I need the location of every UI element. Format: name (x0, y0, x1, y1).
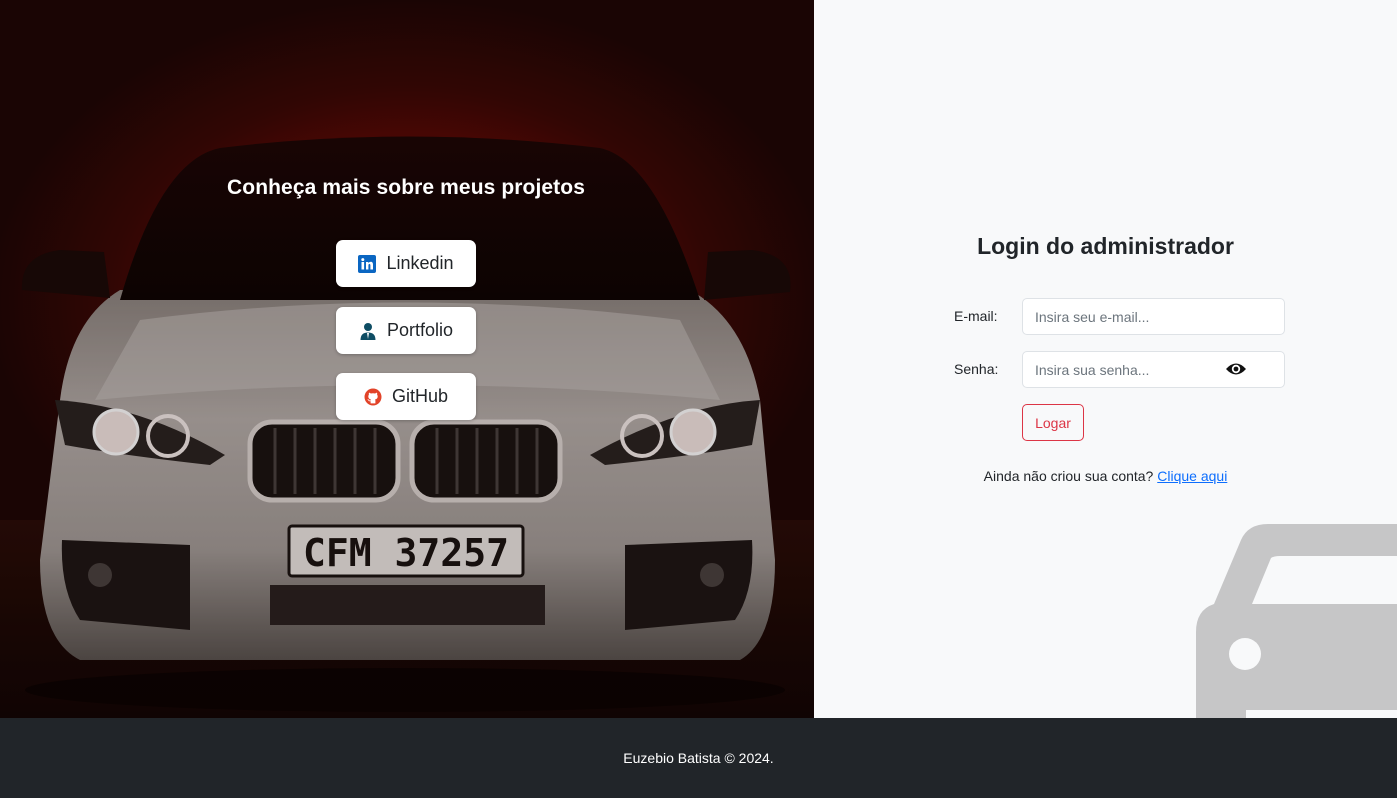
linkedin-label: Linkedin (386, 253, 454, 273)
login-title: Login do administrador (977, 233, 1234, 259)
hero-overlay (0, 0, 814, 718)
linkedin-icon (358, 254, 377, 273)
linkedin-button[interactable]: Linkedin (336, 240, 476, 287)
email-label: E-mail: (954, 308, 998, 324)
signup-link[interactable]: Clique aqui (1157, 468, 1227, 484)
email-field[interactable] (1022, 298, 1285, 335)
github-label: GitHub (391, 386, 449, 406)
signup-prompt: Ainda não criou sua conta? Clique aqui (814, 468, 1397, 484)
signup-text: Ainda não criou sua conta? (983, 468, 1154, 484)
password-label: Senha: (954, 361, 999, 377)
eye-icon[interactable] (1225, 360, 1247, 378)
login-panel: Login do administrador E-mail: Senha: Lo… (814, 0, 1397, 718)
github-icon (364, 388, 382, 405)
hero-title: Conheça mais sobre meus projetos (227, 176, 585, 199)
portfolio-label: Portfolio (386, 320, 454, 340)
portfolio-button[interactable]: Portfolio (336, 307, 476, 354)
login-button[interactable]: Logar (1022, 404, 1084, 441)
car-watermark-icon (1196, 524, 1397, 718)
person-icon (360, 322, 376, 340)
footer-text: Euzebio Batista © 2024. (623, 750, 774, 766)
hero-section: CFM 37257 Conheça mais sobre meus projet… (0, 0, 814, 718)
github-button[interactable]: GitHub (336, 373, 476, 420)
footer: Euzebio Batista © 2024. (0, 718, 1397, 798)
